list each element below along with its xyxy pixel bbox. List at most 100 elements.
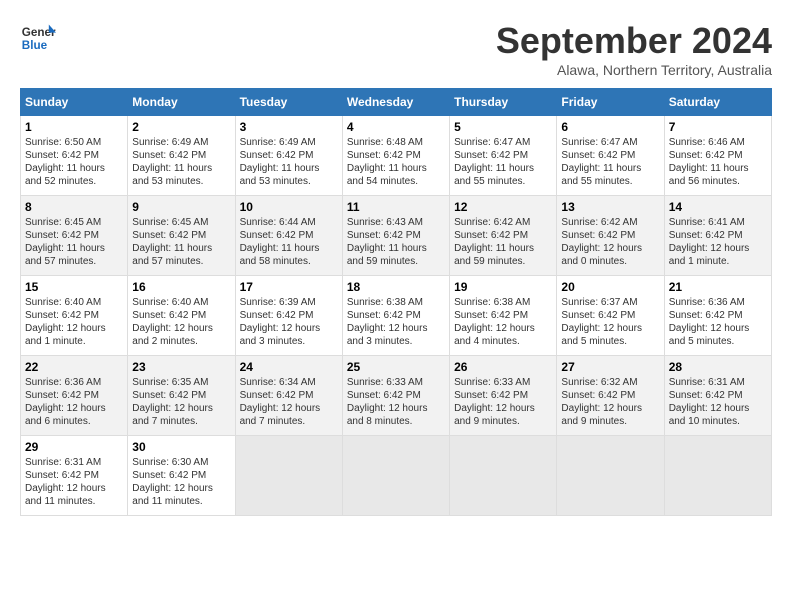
day-content: Sunrise: 6:30 AM Sunset: 6:42 PM Dayligh… — [132, 456, 230, 508]
calendar-cell: 15 Sunrise: 6:40 AM Sunset: 6:42 PM Dayli… — [21, 276, 128, 356]
day-content: Sunrise: 6:38 AM Sunset: 6:42 PM Dayligh… — [347, 296, 445, 348]
day-content: Sunrise: 6:33 AM Sunset: 6:42 PM Dayligh… — [454, 376, 552, 428]
day-content: Sunrise: 6:31 AM Sunset: 6:42 PM Dayligh… — [669, 376, 767, 428]
day-content: Sunrise: 6:38 AM Sunset: 6:42 PM Dayligh… — [454, 296, 552, 348]
day-number: 11 — [347, 200, 445, 214]
day-content: Sunrise: 6:46 AM Sunset: 6:42 PM Dayligh… — [669, 136, 767, 188]
day-number: 7 — [669, 120, 767, 134]
calendar-cell — [557, 436, 664, 516]
calendar-cell: 4 Sunrise: 6:48 AM Sunset: 6:42 PM Daylig… — [342, 116, 449, 196]
day-content: Sunrise: 6:31 AM Sunset: 6:42 PM Dayligh… — [25, 456, 123, 508]
day-of-week-header: Monday — [128, 89, 235, 116]
calendar-cell — [235, 436, 342, 516]
day-number: 17 — [240, 280, 338, 294]
day-content: Sunrise: 6:32 AM Sunset: 6:42 PM Dayligh… — [561, 376, 659, 428]
day-content: Sunrise: 6:49 AM Sunset: 6:42 PM Dayligh… — [132, 136, 230, 188]
day-number: 23 — [132, 360, 230, 374]
calendar-cell: 5 Sunrise: 6:47 AM Sunset: 6:42 PM Daylig… — [450, 116, 557, 196]
calendar-cell — [664, 436, 771, 516]
calendar-cell: 10 Sunrise: 6:44 AM Sunset: 6:42 PM Dayli… — [235, 196, 342, 276]
day-content: Sunrise: 6:41 AM Sunset: 6:42 PM Dayligh… — [669, 216, 767, 268]
day-content: Sunrise: 6:48 AM Sunset: 6:42 PM Dayligh… — [347, 136, 445, 188]
day-number: 26 — [454, 360, 552, 374]
month-title: September 2024 — [496, 20, 772, 62]
day-content: Sunrise: 6:37 AM Sunset: 6:42 PM Dayligh… — [561, 296, 659, 348]
calendar-cell — [450, 436, 557, 516]
day-number: 14 — [669, 200, 767, 214]
day-of-week-header: Saturday — [664, 89, 771, 116]
logo: General Blue — [20, 20, 56, 56]
day-number: 9 — [132, 200, 230, 214]
day-content: Sunrise: 6:42 AM Sunset: 6:42 PM Dayligh… — [561, 216, 659, 268]
svg-text:Blue: Blue — [22, 39, 48, 52]
day-number: 27 — [561, 360, 659, 374]
day-content: Sunrise: 6:45 AM Sunset: 6:42 PM Dayligh… — [25, 216, 123, 268]
calendar-cell: 25 Sunrise: 6:33 AM Sunset: 6:42 PM Dayli… — [342, 356, 449, 436]
day-number: 13 — [561, 200, 659, 214]
day-number: 24 — [240, 360, 338, 374]
day-content: Sunrise: 6:47 AM Sunset: 6:42 PM Dayligh… — [561, 136, 659, 188]
day-of-week-header: Friday — [557, 89, 664, 116]
day-number: 15 — [25, 280, 123, 294]
day-number: 21 — [669, 280, 767, 294]
calendar-cell: 13 Sunrise: 6:42 AM Sunset: 6:42 PM Dayli… — [557, 196, 664, 276]
day-number: 1 — [25, 120, 123, 134]
calendar-cell: 29 Sunrise: 6:31 AM Sunset: 6:42 PM Dayli… — [21, 436, 128, 516]
day-number: 4 — [347, 120, 445, 134]
logo-icon: General Blue — [20, 20, 56, 56]
day-number: 6 — [561, 120, 659, 134]
day-content: Sunrise: 6:40 AM Sunset: 6:42 PM Dayligh… — [25, 296, 123, 348]
calendar-cell: 18 Sunrise: 6:38 AM Sunset: 6:42 PM Dayli… — [342, 276, 449, 356]
calendar-cell: 1Sunrise: 6:50 AM Sunset: 6:42 PM Daylig… — [21, 116, 128, 196]
calendar-cell: 3Sunrise: 6:49 AM Sunset: 6:42 PM Daylig… — [235, 116, 342, 196]
day-content: Sunrise: 6:36 AM Sunset: 6:42 PM Dayligh… — [25, 376, 123, 428]
calendar-cell: 17Sunrise: 6:39 AM Sunset: 6:42 PM Dayli… — [235, 276, 342, 356]
calendar-cell: 12Sunrise: 6:42 AM Sunset: 6:42 PM Dayli… — [450, 196, 557, 276]
calendar-cell: 16 Sunrise: 6:40 AM Sunset: 6:42 PM Dayli… — [128, 276, 235, 356]
day-number: 16 — [132, 280, 230, 294]
calendar-cell: 2 Sunrise: 6:49 AM Sunset: 6:42 PM Daylig… — [128, 116, 235, 196]
calendar-cell: 24 Sunrise: 6:34 AM Sunset: 6:42 PM Dayli… — [235, 356, 342, 436]
day-number: 5 — [454, 120, 552, 134]
day-of-week-header: Wednesday — [342, 89, 449, 116]
day-number: 22 — [25, 360, 123, 374]
day-of-week-header: Thursday — [450, 89, 557, 116]
day-content: Sunrise: 6:33 AM Sunset: 6:42 PM Dayligh… — [347, 376, 445, 428]
day-content: Sunrise: 6:47 AM Sunset: 6:42 PM Dayligh… — [454, 136, 552, 188]
calendar-cell — [342, 436, 449, 516]
calendar-cell: 26 Sunrise: 6:33 AM Sunset: 6:42 PM Dayli… — [450, 356, 557, 436]
day-of-week-header: Sunday — [21, 89, 128, 116]
calendar-cell: 11 Sunrise: 6:43 AM Sunset: 6:42 PM Dayli… — [342, 196, 449, 276]
day-number: 18 — [347, 280, 445, 294]
day-content: Sunrise: 6:35 AM Sunset: 6:42 PM Dayligh… — [132, 376, 230, 428]
day-content: Sunrise: 6:43 AM Sunset: 6:42 PM Dayligh… — [347, 216, 445, 268]
day-number: 10 — [240, 200, 338, 214]
calendar-cell: 28 Sunrise: 6:31 AM Sunset: 6:42 PM Dayli… — [664, 356, 771, 436]
day-number: 29 — [25, 440, 123, 454]
day-number: 25 — [347, 360, 445, 374]
day-content: Sunrise: 6:40 AM Sunset: 6:42 PM Dayligh… — [132, 296, 230, 348]
day-content: Sunrise: 6:34 AM Sunset: 6:42 PM Dayligh… — [240, 376, 338, 428]
day-number: 20 — [561, 280, 659, 294]
calendar-table: SundayMondayTuesdayWednesdayThursdayFrid… — [20, 88, 772, 516]
day-number: 2 — [132, 120, 230, 134]
calendar-cell: 21 Sunrise: 6:36 AM Sunset: 6:42 PM Dayli… — [664, 276, 771, 356]
calendar-cell: 7 Sunrise: 6:46 AM Sunset: 6:42 PM Daylig… — [664, 116, 771, 196]
calendar-cell: 20 Sunrise: 6:37 AM Sunset: 6:42 PM Dayli… — [557, 276, 664, 356]
day-number: 28 — [669, 360, 767, 374]
calendar-cell: 19 Sunrise: 6:38 AM Sunset: 6:42 PM Dayli… — [450, 276, 557, 356]
calendar-cell: 23 Sunrise: 6:35 AM Sunset: 6:42 PM Dayli… — [128, 356, 235, 436]
calendar-cell: 22 Sunrise: 6:36 AM Sunset: 6:42 PM Dayli… — [21, 356, 128, 436]
day-number: 19 — [454, 280, 552, 294]
day-number: 8 — [25, 200, 123, 214]
day-content: Sunrise: 6:45 AM Sunset: 6:42 PM Dayligh… — [132, 216, 230, 268]
day-number: 3 — [240, 120, 338, 134]
day-content: Sunrise: 6:36 AM Sunset: 6:42 PM Dayligh… — [669, 296, 767, 348]
day-content: Sunrise: 6:44 AM Sunset: 6:42 PM Dayligh… — [240, 216, 338, 268]
title-block: September 2024 Alawa, Northern Territory… — [496, 20, 772, 78]
calendar-cell: 8 Sunrise: 6:45 AM Sunset: 6:42 PM Daylig… — [21, 196, 128, 276]
calendar-cell: 14 Sunrise: 6:41 AM Sunset: 6:42 PM Dayli… — [664, 196, 771, 276]
calendar-cell: 6 Sunrise: 6:47 AM Sunset: 6:42 PM Daylig… — [557, 116, 664, 196]
day-content: Sunrise: 6:42 AM Sunset: 6:42 PM Dayligh… — [454, 216, 552, 268]
location-subtitle: Alawa, Northern Territory, Australia — [496, 62, 772, 78]
